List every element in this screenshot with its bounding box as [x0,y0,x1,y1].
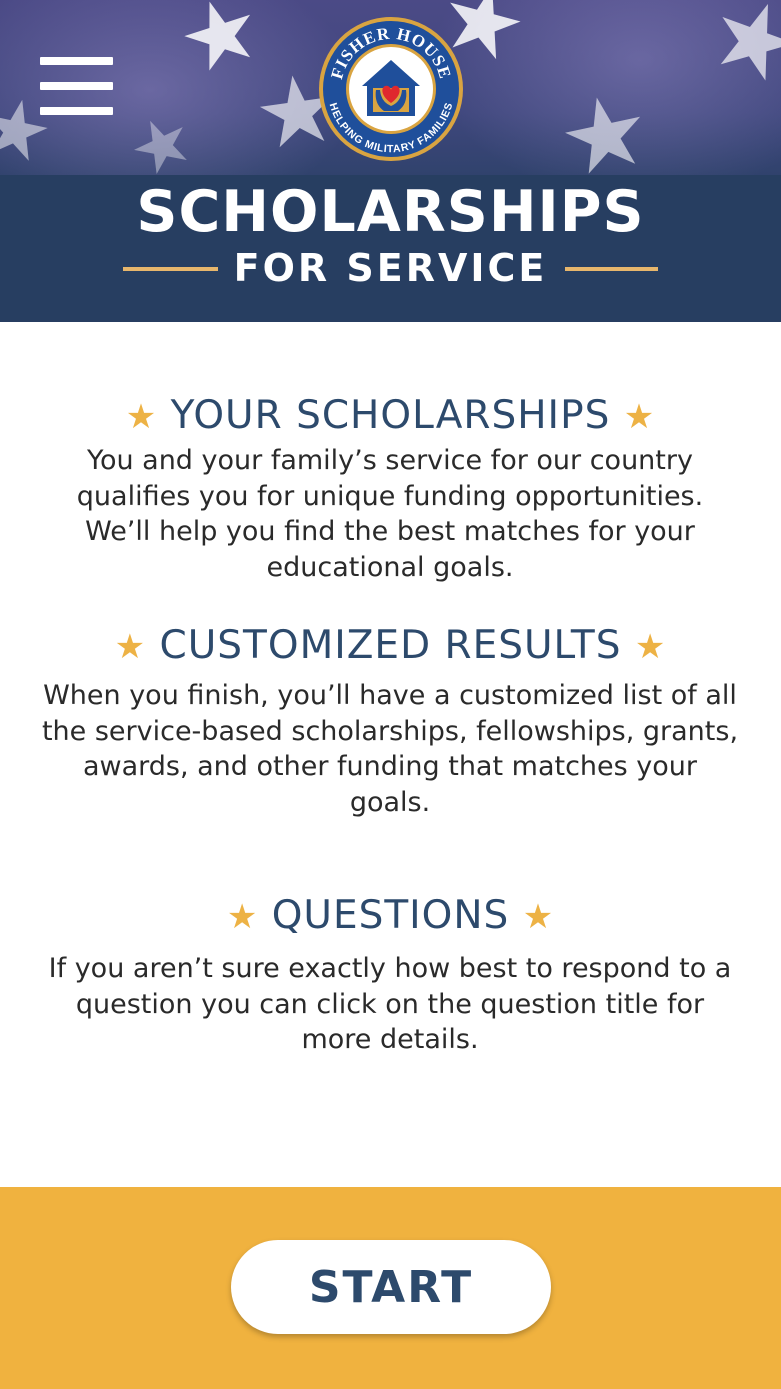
section-heading-text: CUSTOMIZED RESULTS [159,623,622,668]
section-body-customized-results: When you finish, you’ll have a customize… [41,680,739,818]
star-icon: ★ [522,897,555,937]
fisher-house-logo: FISHER HOUSE HELPING MILITARY FAMILIES [319,17,463,161]
section-body-questions: If you aren’t sure exactly how best to r… [48,953,732,1055]
start-button[interactable]: START [231,1240,551,1334]
hamburger-menu-icon[interactable] [40,57,113,115]
section-heading-customized-results: ★ CUSTOMIZED RESULTS ★ [0,622,781,671]
section-heading-text: QUESTIONS [271,893,510,938]
star-icon: ★ [114,627,147,667]
page-title: SCHOLARSHIPS [136,179,645,245]
page-subtitle: FOR SERVICE [233,246,548,290]
star-icon: ★ [226,897,259,937]
footer-bar: START [0,1187,781,1389]
subtitle-rule-right [565,267,658,271]
page-subtitle-row: FOR SERVICE [0,243,781,293]
section-body-your-scholarships: You and your family’s service for our co… [76,445,704,583]
section-heading-text: YOUR SCHOLARSHIPS [170,393,611,438]
section-heading-your-scholarships: ★ YOUR SCHOLARSHIPS ★ [0,392,781,441]
star-icon: ★ [634,627,667,667]
star-icon: ★ [125,397,158,437]
section-heading-questions: ★ QUESTIONS ★ [0,892,781,941]
header-banner: ★ ★ ★ ★ ★ ★ ★ FISHER HOUSE HELPING MILIT… [0,0,781,322]
star-icon: ★ [623,397,656,437]
